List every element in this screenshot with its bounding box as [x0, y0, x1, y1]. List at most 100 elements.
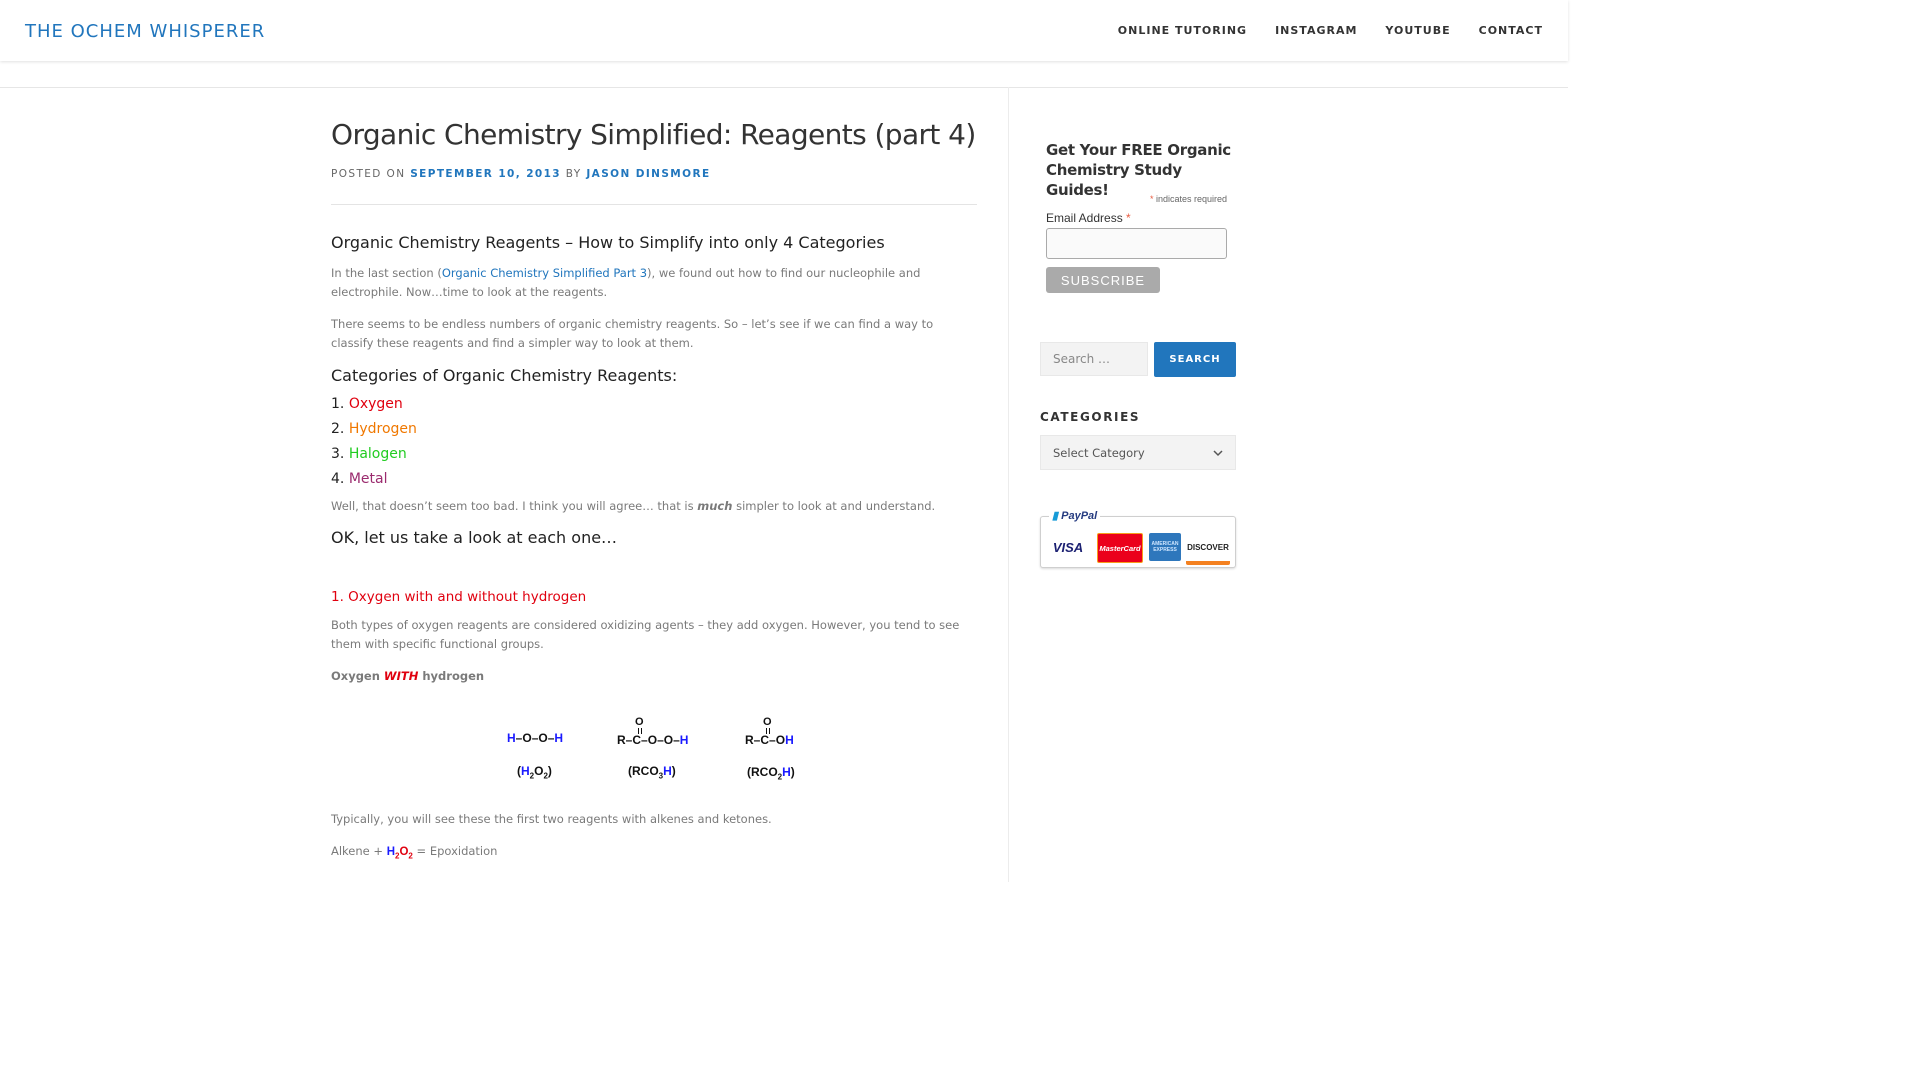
discover-card-icon: DISCOVER	[1186, 533, 1230, 565]
meta-by: BY	[565, 168, 582, 180]
part3-link[interactable]: Organic Chemistry Simplified Part 3	[442, 266, 647, 280]
heading-ok: OK, let us take a look at each one…	[331, 528, 618, 547]
atom-h: H	[663, 764, 672, 778]
required-note: * indicates required	[1150, 194, 1227, 204]
structure-h2o2: H–O–O–H	[507, 731, 564, 745]
atom-h: H	[554, 731, 564, 745]
atom-r: R	[745, 733, 754, 747]
paragraph-alkenes: Typically, you will see these the first …	[331, 812, 772, 826]
paragraph-intro: In the last section (Organic Chemistry S…	[331, 264, 971, 302]
paragraph-simpler: Well, that doesn’t seem too bad. I think…	[331, 497, 971, 516]
email-label-text: Email Address	[1046, 211, 1127, 225]
main-nav: ONLINE TUTORING INSTAGRAM YOUTUBE CONTAC…	[1118, 24, 1543, 37]
atom-o: O	[647, 733, 658, 747]
mastercard-card-icon: MasterCard	[1097, 533, 1143, 563]
atom-h: H	[679, 733, 689, 747]
paypal-accepted-image: ▮ PayPal VISA MasterCard AMERICAN EXPRES…	[1040, 509, 1236, 568]
meta-author-link[interactable]: JASON DINSMORE	[586, 168, 710, 180]
nav-youtube[interactable]: YOUTUBE	[1385, 24, 1450, 37]
email-label: Email Address *	[1046, 211, 1131, 225]
category-list: 1. Oxygen 2. Hydrogen 3. Halogen 4. Meta…	[331, 396, 417, 496]
post-meta: POSTED ON SEPTEMBER 10, 2013 BY JASON DI…	[331, 168, 977, 180]
category-metal: Metal	[348, 471, 388, 487]
paypal-logo-text: PayPal	[1061, 510, 1098, 522]
atom-c: C	[632, 733, 642, 747]
p5-text-b: hydrogen	[418, 669, 485, 683]
search-button[interactable]: SEARCH	[1154, 342, 1236, 377]
required-text: indicates required	[1153, 194, 1228, 204]
category-item: 3. Halogen	[331, 446, 417, 471]
label-rco2h: (RCO2H)	[747, 765, 795, 782]
paragraph-oxygen-with: Oxygen WITH hydrogen	[331, 667, 484, 686]
paypal-logo: ▮ PayPal	[1049, 509, 1101, 522]
p5-with: WITH	[383, 669, 419, 683]
categories-widget: Select Category	[1040, 435, 1240, 471]
structure-rco3h: R–C–O–O–H	[617, 733, 689, 747]
category-item: 4. Metal	[331, 471, 417, 496]
paragraph-reagents: There seems to be endless numbers of org…	[331, 317, 934, 350]
p1-text-a: In the last section (	[331, 266, 442, 280]
category-oxygen: Oxygen	[348, 396, 403, 412]
p7-text-b: = Epoxidation	[412, 844, 498, 858]
category-hydrogen: Hydrogen	[348, 421, 417, 437]
site-header: THE OCHEM WHISPERER ONLINE TUTORING INST…	[0, 0, 1568, 61]
chevron-down-icon	[1213, 446, 1223, 460]
heading-main: Organic Chemistry Reagents – How to Simp…	[331, 233, 885, 252]
subscribe-button[interactable]: Subscribe	[1046, 267, 1160, 293]
article: Organic Chemistry Simplified: Reagents (…	[331, 118, 977, 205]
sidebar-divider	[1008, 87, 1009, 882]
visa-card-icon: VISA	[1046, 533, 1090, 561]
mailchimp-widget: Get Your FREE Organic Chemistry Study Gu…	[1046, 140, 1246, 200]
categories-select[interactable]: Select Category	[1040, 435, 1236, 470]
h2o2-inline: H2O2	[386, 846, 413, 860]
categories-select-value: Select Category	[1053, 445, 1145, 460]
search-form: Search … SEARCH	[1040, 342, 1240, 378]
label-rco3h: (RCO3H)	[628, 764, 676, 781]
atom-o: O	[538, 731, 548, 745]
atom-h: H	[521, 764, 530, 778]
carbonyl-oxygen: O	[635, 716, 644, 728]
label-h2o2: (H2O2)	[517, 764, 552, 781]
atom-r: R	[617, 733, 626, 747]
atom-h: H	[782, 765, 791, 779]
post-title: Organic Chemistry Simplified: Reagents (…	[331, 118, 976, 151]
paragraph-epoxidation: Alkene + H2O2 = Epoxidation	[331, 842, 971, 865]
header-divider	[0, 87, 1568, 88]
p5-text-a: Oxygen	[331, 669, 384, 683]
nav-instagram[interactable]: INSTAGRAM	[1275, 24, 1357, 37]
p7-text-a: Alkene +	[331, 844, 387, 858]
subscribe-label: Subscribe	[1060, 272, 1146, 288]
nav-online-tutoring[interactable]: ONLINE TUTORING	[1118, 24, 1247, 37]
heading-oxygen: 1. Oxygen with and without hydrogen	[331, 589, 587, 605]
email-field[interactable]	[1046, 228, 1227, 259]
atom-h: H	[507, 731, 516, 745]
heading-categories: Categories of Organic Chemistry Reagents…	[331, 366, 678, 385]
atom-o: O	[663, 733, 674, 747]
category-num: 3.	[331, 446, 345, 462]
category-num: 4.	[331, 471, 345, 487]
subscript: 2	[543, 771, 548, 781]
signup-title: Get Your FREE Organic Chemistry Study Gu…	[1046, 141, 1231, 199]
meta-posted-on: POSTED ON	[331, 168, 406, 180]
atom-h: H	[386, 846, 396, 858]
oxygen-reagent-structures: H–O–O–H (H2O2) O R–C–O–O–H (RCO3H) O R–C…	[500, 712, 820, 792]
structure-rco2h: R–C–OH	[745, 733, 794, 747]
carbonyl-oxygen: O	[763, 716, 772, 728]
p3-emphasis: much	[697, 499, 733, 513]
paypal-widget: ▮ PayPal VISA MasterCard AMERICAN EXPRES…	[1040, 509, 1240, 568]
search-input[interactable]: Search …	[1040, 342, 1148, 376]
meta-date-link[interactable]: SEPTEMBER 10, 2013	[410, 168, 561, 180]
category-num: 2.	[331, 421, 345, 437]
category-halogen: Halogen	[348, 446, 407, 462]
atom-h: H	[785, 733, 794, 747]
label-prefix: (RCO	[628, 764, 659, 778]
signup-form: Subscribe	[1040, 228, 1240, 328]
categories-title: CATEGORIES	[1040, 410, 1141, 424]
p3-text-a: Well, that doesn’t seem too bad. I think…	[331, 499, 698, 513]
nav-contact[interactable]: CONTACT	[1479, 24, 1543, 37]
title-divider	[331, 204, 977, 205]
category-item: 1. Oxygen	[331, 396, 417, 421]
category-item: 2. Hydrogen	[331, 421, 417, 446]
amex-card-icon: AMERICAN EXPRESS	[1149, 533, 1181, 561]
site-title-link[interactable]: THE OCHEM WHISPERER	[25, 21, 265, 42]
